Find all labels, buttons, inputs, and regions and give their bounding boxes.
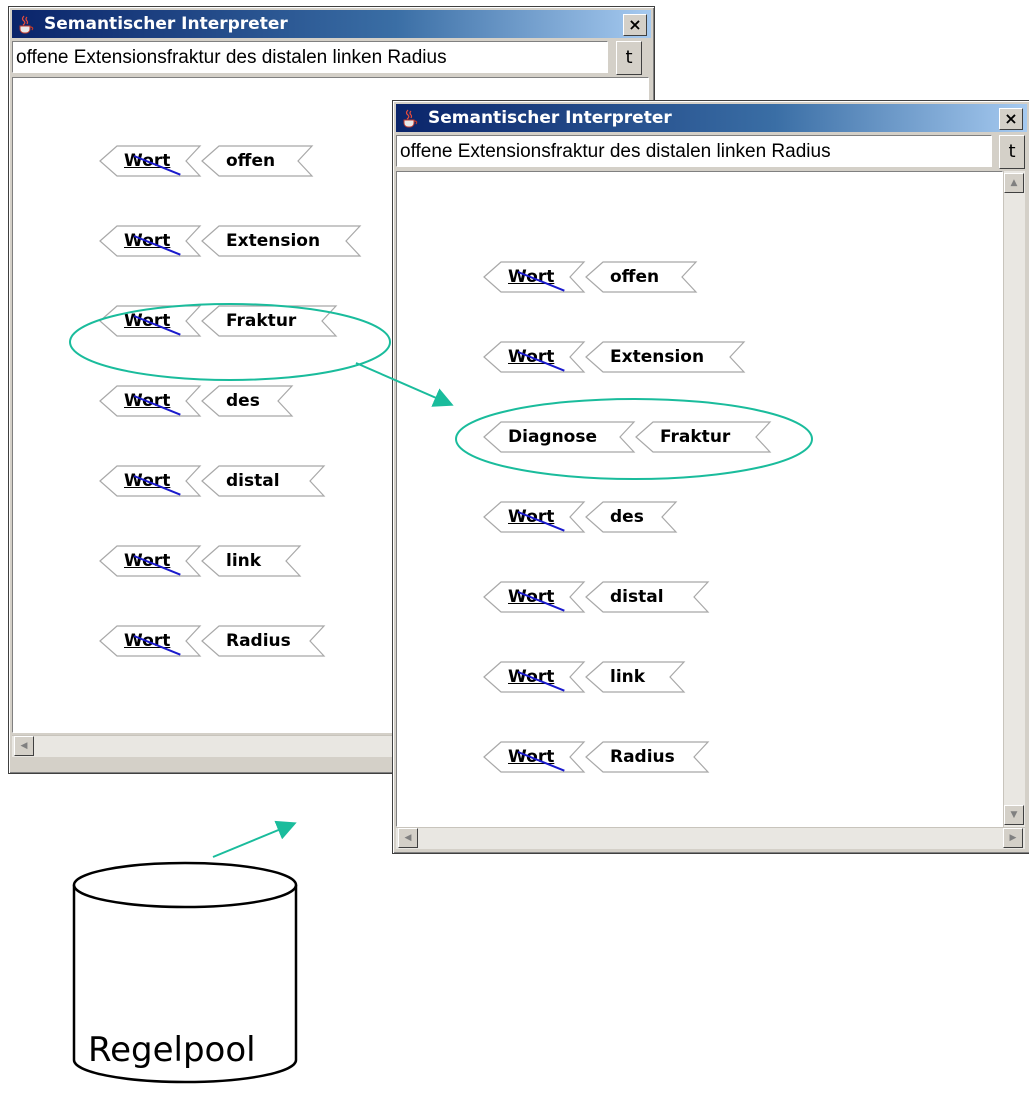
token-value-tag[interactable]: Extension bbox=[585, 340, 774, 374]
token-value-tag[interactable]: des bbox=[585, 500, 706, 534]
token-value-tag[interactable]: Fraktur bbox=[635, 420, 800, 454]
tag-shape bbox=[585, 501, 678, 533]
interpreter-window-2: Semantischer Interpreter × offene Extens… bbox=[392, 100, 1029, 854]
token-value-tag[interactable]: distal bbox=[585, 580, 738, 614]
window-title: Semantischer Interpreter bbox=[44, 14, 288, 34]
tag-label: distal bbox=[610, 587, 664, 607]
tag-label: Diagnose bbox=[508, 427, 598, 447]
tag-label: Extension bbox=[610, 347, 705, 367]
token-value-tag[interactable]: distal bbox=[201, 464, 354, 498]
window-title: Semantischer Interpreter bbox=[428, 108, 672, 128]
token-value-tag[interactable]: Extension bbox=[201, 224, 390, 258]
scroll-left-button[interactable]: ◀ bbox=[398, 828, 418, 848]
token-value-tag[interactable]: des bbox=[201, 384, 322, 418]
tag-label: Extension bbox=[226, 231, 321, 251]
tag-label: link bbox=[610, 667, 646, 687]
tag-label: offen bbox=[226, 151, 276, 171]
tag-label: Fraktur bbox=[226, 311, 297, 331]
java-cup-icon bbox=[403, 109, 418, 128]
title-bar[interactable]: Semantischer Interpreter × bbox=[396, 104, 1027, 132]
token-value-tag[interactable]: offen bbox=[201, 144, 342, 178]
token-value-tag[interactable]: link bbox=[585, 660, 714, 694]
t-button[interactable]: t bbox=[999, 135, 1025, 169]
tag-label: offen bbox=[610, 267, 660, 287]
rule-pool-arrow bbox=[212, 820, 297, 858]
java-cup-icon bbox=[19, 15, 34, 34]
tag-label: des bbox=[610, 507, 644, 527]
close-button[interactable]: × bbox=[999, 108, 1023, 130]
input-row: offene Extensionsfraktur des distalen li… bbox=[12, 41, 648, 75]
token-value-tag[interactable]: offen bbox=[585, 260, 726, 294]
scroll-right-button[interactable]: ▶ bbox=[1003, 828, 1023, 848]
token-value-tag[interactable]: Fraktur bbox=[201, 304, 366, 338]
scroll-left-button[interactable]: ◀ bbox=[14, 736, 34, 756]
horizontal-scrollbar[interactable]: ◀ ▶ bbox=[396, 827, 1025, 849]
tag-label: Radius bbox=[226, 631, 291, 651]
title-bar[interactable]: Semantischer Interpreter × bbox=[12, 10, 651, 38]
scroll-down-button[interactable]: ▼ bbox=[1004, 805, 1024, 825]
sentence-input[interactable]: offene Extensionsfraktur des distalen li… bbox=[396, 135, 992, 167]
token-panel: WortoffenWortExtensionDiagnoseFrakturWor… bbox=[396, 171, 1003, 827]
rule-pool-label: Regelpool bbox=[88, 1030, 256, 1070]
token-value-tag[interactable]: Radius bbox=[585, 740, 738, 774]
token-value-tag[interactable]: link bbox=[201, 544, 330, 578]
scroll-up-button[interactable]: ▲ bbox=[1004, 173, 1024, 193]
tag-label: Fraktur bbox=[660, 427, 731, 447]
token-value-tag[interactable]: Radius bbox=[201, 624, 354, 658]
t-button[interactable]: t bbox=[616, 41, 642, 75]
tag-label: des bbox=[226, 391, 260, 411]
tag-label: distal bbox=[226, 471, 280, 491]
input-row: offene Extensionsfraktur des distalen li… bbox=[396, 135, 1026, 169]
close-button[interactable]: × bbox=[623, 14, 647, 36]
tag-shape bbox=[201, 545, 302, 577]
tag-label: Radius bbox=[610, 747, 675, 767]
tag-label: link bbox=[226, 551, 262, 571]
tag-shape bbox=[201, 385, 294, 417]
sentence-input[interactable]: offene Extensionsfraktur des distalen li… bbox=[12, 41, 608, 73]
vertical-scrollbar[interactable]: ▲ ▼ bbox=[1003, 171, 1025, 827]
tag-shape bbox=[585, 661, 686, 693]
